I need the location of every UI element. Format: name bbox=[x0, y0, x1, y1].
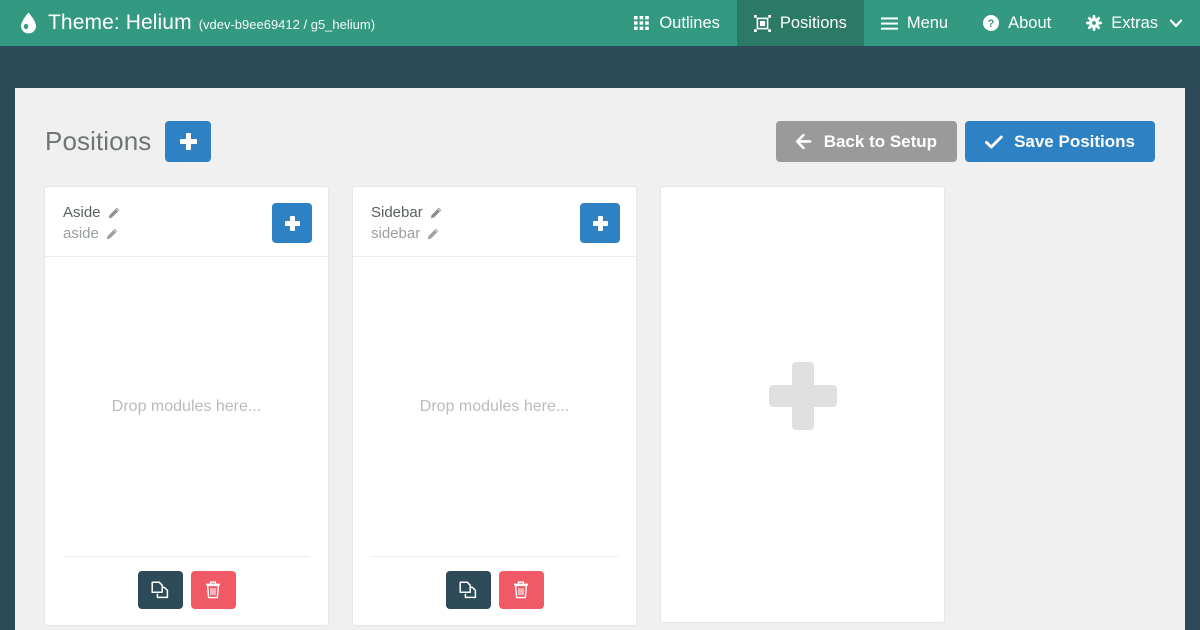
module-dropzone[interactable]: Drop modules here... bbox=[63, 257, 310, 557]
hamburger-icon bbox=[881, 14, 899, 32]
plus-icon bbox=[180, 133, 197, 150]
plus-icon bbox=[769, 362, 837, 430]
position-name-row: Aside bbox=[63, 204, 120, 221]
save-positions-label: Save Positions bbox=[1014, 132, 1135, 152]
svg-text:?: ? bbox=[988, 18, 995, 30]
module-dropzone[interactable]: Drop modules here... bbox=[371, 257, 618, 557]
title-group: Positions bbox=[45, 121, 211, 162]
chevron-down-icon bbox=[1169, 16, 1183, 30]
position-key: sidebar bbox=[371, 225, 420, 242]
delete-position-button[interactable] bbox=[499, 571, 544, 609]
nav-item-positions[interactable]: Positions bbox=[737, 0, 864, 46]
dropzone-text: Drop modules here... bbox=[420, 398, 569, 416]
main-nav: Outlines Positions bbox=[616, 0, 1200, 46]
duplicate-position-button[interactable] bbox=[446, 571, 491, 609]
nav-item-menu[interactable]: Menu bbox=[864, 0, 965, 46]
position-card: Sidebar sidebar bbox=[353, 187, 636, 625]
brand: Theme: Helium (vdev-b9ee69412 / g5_heliu… bbox=[0, 0, 375, 46]
duplicate-position-button[interactable] bbox=[138, 571, 183, 609]
position-icon bbox=[754, 14, 772, 32]
theme-title: Theme: Helium bbox=[48, 11, 192, 35]
nav-label-positions: Positions bbox=[780, 14, 847, 33]
pencil-icon[interactable] bbox=[427, 228, 439, 240]
back-to-setup-button[interactable]: Back to Setup bbox=[776, 121, 957, 162]
back-to-setup-label: Back to Setup bbox=[824, 132, 937, 152]
position-key-row: aside bbox=[63, 225, 120, 242]
page-body: Positions Back to Setup bbox=[0, 46, 1200, 630]
nav-label-outlines: Outlines bbox=[659, 14, 720, 33]
nav-item-about[interactable]: ? About bbox=[965, 0, 1068, 46]
add-module-button[interactable] bbox=[580, 203, 620, 243]
nav-label-menu: Menu bbox=[907, 14, 948, 33]
position-card-header: Sidebar sidebar bbox=[353, 187, 636, 257]
position-card-footer bbox=[45, 557, 328, 625]
nav-label-extras: Extras bbox=[1111, 14, 1158, 33]
pencil-icon[interactable] bbox=[108, 207, 120, 219]
gear-icon bbox=[1085, 14, 1103, 32]
plus-icon bbox=[593, 216, 608, 231]
trash-icon bbox=[513, 581, 529, 599]
check-icon bbox=[985, 135, 1003, 149]
position-card-footer bbox=[353, 557, 636, 625]
position-name: Sidebar bbox=[371, 204, 423, 221]
position-key: aside bbox=[63, 225, 99, 242]
pencil-icon[interactable] bbox=[430, 207, 442, 219]
position-name-row: Sidebar bbox=[371, 204, 442, 221]
theme-version: (vdev-b9ee69412 / g5_helium) bbox=[199, 17, 375, 32]
trash-icon bbox=[205, 581, 221, 599]
pencil-icon[interactable] bbox=[106, 228, 118, 240]
new-position-card[interactable] bbox=[661, 187, 944, 622]
positions-panel: Positions Back to Setup bbox=[15, 88, 1185, 630]
question-circle-icon: ? bbox=[982, 14, 1000, 32]
position-key-row: sidebar bbox=[371, 225, 442, 242]
position-name: Aside bbox=[63, 204, 101, 221]
save-positions-button[interactable]: Save Positions bbox=[965, 121, 1155, 162]
panel-header: Positions Back to Setup bbox=[45, 88, 1155, 187]
top-navigation-bar: Theme: Helium (vdev-b9ee69412 / g5_heliu… bbox=[0, 0, 1200, 46]
nav-item-outlines[interactable]: Outlines bbox=[616, 0, 737, 46]
add-module-button[interactable] bbox=[272, 203, 312, 243]
delete-position-button[interactable] bbox=[191, 571, 236, 609]
add-position-button[interactable] bbox=[165, 121, 211, 162]
header-actions: Back to Setup Save Positions bbox=[776, 121, 1155, 162]
position-card: Aside aside bbox=[45, 187, 328, 625]
plus-icon bbox=[285, 216, 300, 231]
position-card-labels: Sidebar sidebar bbox=[371, 203, 442, 242]
grid-icon bbox=[633, 14, 651, 32]
droplet-icon bbox=[20, 12, 37, 34]
position-card-labels: Aside aside bbox=[63, 203, 120, 242]
duplicate-icon bbox=[459, 581, 477, 599]
nav-item-extras[interactable]: Extras bbox=[1068, 0, 1200, 46]
position-card-header: Aside aside bbox=[45, 187, 328, 257]
arrow-left-icon bbox=[796, 134, 813, 149]
duplicate-icon bbox=[151, 581, 169, 599]
dropzone-text: Drop modules here... bbox=[112, 398, 261, 416]
positions-list: Aside aside bbox=[45, 187, 1155, 625]
nav-label-about: About bbox=[1008, 14, 1051, 33]
page-title: Positions bbox=[45, 126, 151, 157]
